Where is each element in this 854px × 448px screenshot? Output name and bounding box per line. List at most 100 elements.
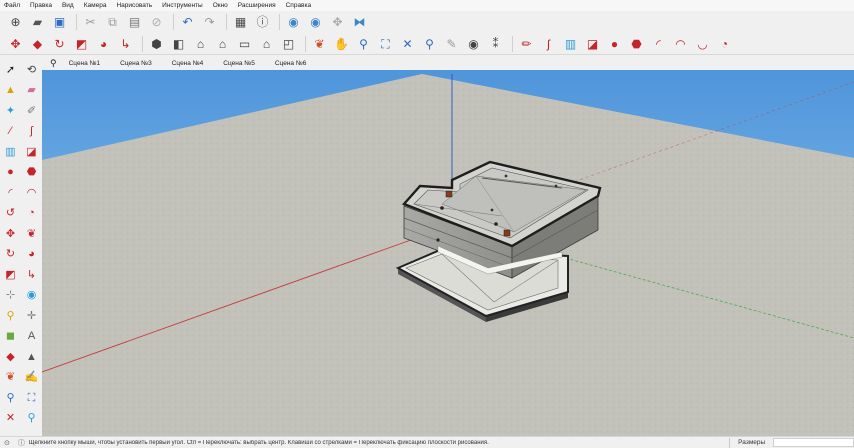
scene-tab[interactable]: Сцена №4 [172, 60, 204, 67]
measurements-input[interactable] [773, 438, 854, 447]
paste-icon[interactable]: ▤ [125, 13, 144, 32]
scale-tool-icon[interactable]: ◩ [0, 265, 21, 286]
right-view-icon[interactable]: ⌂ [213, 34, 232, 53]
cut-icon[interactable]: ✂ [81, 13, 100, 32]
zoom-window-icon[interactable]: ⛶ [376, 34, 395, 53]
push-pull-icon[interactable]: ◆ [28, 34, 47, 53]
section-plane-icon[interactable]: ◆ [0, 347, 21, 368]
polygon-tool-icon[interactable]: ⬣ [21, 163, 42, 184]
menu-item[interactable]: Вид [62, 2, 74, 9]
orbit-icon[interactable]: ❦ [310, 34, 329, 53]
look-around-icon[interactable]: ◉ [464, 34, 483, 53]
credits-icon[interactable]: ⓘ [18, 438, 25, 448]
left-view-icon[interactable]: ⌂ [257, 34, 276, 53]
scene-tab[interactable]: Сцена №3 [120, 60, 152, 67]
arc-2pt-icon[interactable]: ◠ [671, 34, 690, 53]
front-view-icon[interactable]: ⌂ [191, 34, 210, 53]
scene-tab[interactable]: Сцена №5 [223, 60, 255, 67]
pie-icon[interactable]: ◔ [715, 34, 734, 53]
pencil-icon[interactable]: ✏ [517, 34, 536, 53]
select-icon[interactable]: ➚ [0, 60, 21, 81]
follow-me-tool-icon[interactable]: ◕ [21, 245, 42, 266]
follow-me-icon[interactable]: ◕ [94, 34, 113, 53]
eraser-icon[interactable]: ▰ [21, 81, 42, 102]
rotate-tool-icon[interactable]: ↻ [0, 245, 21, 266]
paint-bucket-icon[interactable]: ▲ [0, 81, 21, 102]
scene-canvas[interactable] [42, 70, 854, 436]
copy-icon[interactable]: ⧉ [103, 13, 122, 32]
rotated-rect-icon[interactable]: ◪ [583, 34, 602, 53]
freehand-tool-icon[interactable]: ʃ [21, 122, 42, 143]
iso-view-icon[interactable]: ⬢ [147, 34, 166, 53]
tape-icon[interactable]: ⊹ [0, 286, 21, 307]
position-camera-icon[interactable]: ✎ [442, 34, 461, 53]
menu-item[interactable]: Нарисовать [116, 2, 152, 9]
menu-item[interactable]: Окно [213, 2, 228, 9]
circle-tool-icon[interactable]: ● [0, 163, 21, 184]
scene-tab[interactable]: Сцена №1 [69, 60, 101, 67]
drawing-viewport[interactable] [42, 70, 854, 436]
open-icon[interactable]: ▰ [28, 13, 47, 32]
scene-tab[interactable]: Сцена №6 [275, 60, 307, 67]
dimension-icon[interactable]: ◼ [0, 327, 21, 348]
styles-icon[interactable]: ✥ [328, 13, 347, 32]
menu-item[interactable]: Правка [30, 2, 52, 9]
zoom-window-tool-icon[interactable]: ⛶ [21, 388, 42, 409]
components-icon[interactable]: ◉ [284, 13, 303, 32]
save-icon[interactable]: ▣ [50, 13, 69, 32]
tape-measure-icon[interactable]: ✐ [21, 101, 42, 122]
components-tool-icon[interactable]: ◉ [21, 286, 42, 307]
zoom-tool-icon[interactable]: ⚲ [0, 388, 21, 409]
3d-text-icon[interactable]: ▲ [21, 347, 42, 368]
move-icon[interactable]: ✥ [6, 34, 25, 53]
rectangle-tool-icon[interactable]: ▥ [0, 142, 21, 163]
arc-tool-icon[interactable]: ◜ [0, 183, 21, 204]
polygon-icon[interactable]: ⬣ [627, 34, 646, 53]
menu-item[interactable]: Файл [4, 2, 20, 9]
arc-3pt-tool-icon[interactable]: ↺ [0, 204, 21, 225]
back-view-icon[interactable]: ▭ [235, 34, 254, 53]
layers-icon[interactable]: ⧓ [350, 13, 369, 32]
rectangle-icon[interactable]: ▥ [561, 34, 580, 53]
menu-item[interactable]: Камера [84, 2, 107, 9]
scale-icon[interactable]: ◩ [72, 34, 91, 53]
circle-icon[interactable]: ● [605, 34, 624, 53]
protractor-icon[interactable]: ⚲ [0, 306, 21, 327]
previous-view-icon[interactable]: ⚲ [420, 34, 439, 53]
erase-icon[interactable]: ⊘ [147, 13, 166, 32]
zoom-extents-icon[interactable]: ✕ [398, 34, 417, 53]
redo-icon[interactable]: ↷ [200, 13, 219, 32]
zoom-icon[interactable]: ⚲ [354, 34, 373, 53]
offset-icon[interactable]: ↳ [116, 34, 135, 53]
walk-icon[interactable]: ⁑ [486, 34, 505, 53]
sandbox-icon[interactable]: ✦ [0, 101, 21, 122]
offset-tool-icon[interactable]: ↳ [21, 265, 42, 286]
pan-tool-icon[interactable]: ✍ [21, 368, 42, 389]
undo-icon[interactable]: ↶ [178, 13, 197, 32]
geo-location-icon[interactable]: ⊙ [4, 439, 10, 447]
bottom-view-icon[interactable]: ◰ [279, 34, 298, 53]
axes-icon[interactable]: ✛ [21, 306, 42, 327]
text-icon[interactable]: A [21, 327, 42, 348]
arc-icon[interactable]: ◜ [649, 34, 668, 53]
orbit-tool-icon[interactable]: ❦ [0, 368, 21, 389]
menu-item[interactable]: Расширения [238, 2, 276, 9]
lasso-icon[interactable]: ⟲ [21, 60, 42, 81]
push-pull-tool-icon[interactable]: ❦ [21, 224, 42, 245]
menu-item[interactable]: Справка [286, 2, 312, 9]
rotate-icon[interactable]: ↻ [50, 34, 69, 53]
arc-3pt-icon[interactable]: ◡ [693, 34, 712, 53]
pan-icon[interactable]: ✋ [332, 34, 351, 53]
walk-tool-icon[interactable]: ⚲ [21, 409, 42, 430]
zoom-extents-tool-icon[interactable]: ✕ [0, 409, 21, 430]
model-info-icon[interactable]: ⓘ [253, 13, 272, 32]
materials-icon[interactable]: ◉ [306, 13, 325, 32]
arc-2pt-tool-icon[interactable]: ◠ [21, 183, 42, 204]
freehand-icon[interactable]: ʃ [539, 34, 558, 53]
new-icon[interactable]: ⊕ [6, 13, 25, 32]
rotated-rect-tool-icon[interactable]: ◪ [21, 142, 42, 163]
top-view-icon[interactable]: ◧ [169, 34, 188, 53]
print-icon[interactable]: ▦ [231, 13, 250, 32]
search-icon[interactable]: ⚲ [50, 58, 57, 69]
menu-item[interactable]: Инструменты [162, 2, 203, 9]
